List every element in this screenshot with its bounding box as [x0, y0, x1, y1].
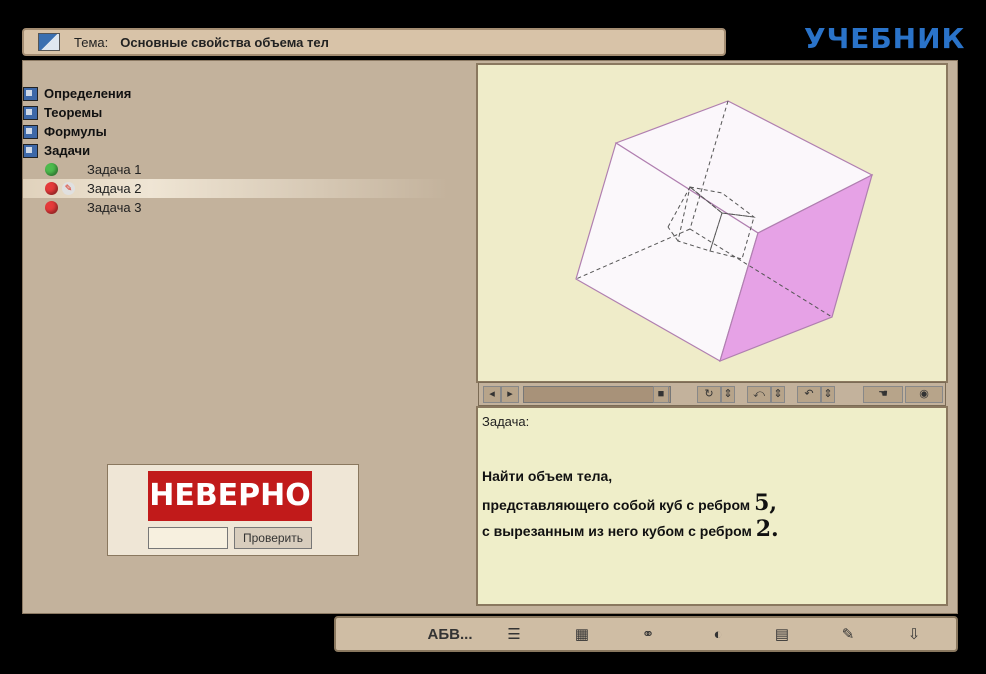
sliders-icon[interactable]: ☰: [492, 622, 536, 646]
answer-input[interactable]: [148, 527, 228, 549]
next-icon[interactable]: ▸: [501, 386, 519, 403]
prev-icon[interactable]: ◂: [483, 386, 501, 403]
task-text-line-2: представляющего собой куб с ребром 5,: [482, 490, 777, 516]
viewer-controls: ◂ ▸ ■ ↻ ⇕ ⤺ ⇕ ↶ ⇕ ☚ ◉: [478, 382, 946, 406]
task-label: Задача 3: [87, 200, 142, 215]
book-icon: [23, 105, 38, 120]
zoom-stepper[interactable]: ⇕: [771, 386, 785, 403]
tree-item-label: Теоремы: [44, 105, 103, 120]
app-icon[interactable]: [38, 33, 60, 51]
zoom-icon[interactable]: ⤺: [747, 386, 771, 403]
hand-icon[interactable]: ☚: [863, 386, 903, 403]
task-value-2: 2.: [755, 516, 779, 542]
stop-icon[interactable]: ■: [653, 386, 669, 403]
task-text: представляющего собой куб с ребром: [482, 497, 751, 513]
exit-icon[interactable]: ⇩: [892, 622, 936, 646]
color-icon[interactable]: ◐: [696, 622, 740, 646]
notes-icon[interactable]: ✎: [826, 622, 870, 646]
task-item-1[interactable]: Задача 1: [23, 160, 448, 179]
book-icon: [23, 124, 38, 139]
task-panel: Задача: Найти объем тела, представляющег…: [476, 406, 948, 606]
bottom-toolbar: АБВ... ☰ ▦ ⚭ ◐ ▤ ✎ ⇩: [334, 616, 958, 652]
book-icon: [23, 86, 38, 101]
status-red-icon: [45, 182, 58, 195]
tree-item-label: Определения: [44, 86, 132, 101]
check-button[interactable]: Проверить: [234, 527, 312, 549]
tree-item-definitions[interactable]: Определения: [23, 84, 448, 103]
topic-title: Основные свойства объема тел: [120, 34, 329, 50]
status-red-icon: [45, 201, 58, 214]
tree-item-theorems[interactable]: Теоремы: [23, 103, 448, 122]
tree-item-tasks[interactable]: Задачи: [23, 141, 448, 160]
tree-item-label: Задачи: [44, 143, 91, 158]
tree-item-formulas[interactable]: Формулы: [23, 122, 448, 141]
reset-icon[interactable]: ↶: [797, 386, 821, 403]
task-label: Задача 1: [87, 162, 142, 177]
brand-logo: УЧЕБНИК: [804, 22, 966, 55]
frame-slider[interactable]: [523, 386, 671, 403]
rotate-stepper[interactable]: ⇕: [721, 386, 735, 403]
image-icon[interactable]: ▤: [760, 622, 804, 646]
status-green-icon: [45, 163, 58, 176]
abc-button[interactable]: АБВ...: [428, 622, 473, 646]
tree-item-label: Формулы: [44, 124, 107, 139]
topic-label: Тема:: [74, 34, 109, 50]
task-heading: Задача:: [482, 414, 530, 429]
task-item-2[interactable]: ✎ Задача 2: [23, 179, 448, 198]
pencil-icon: ✎: [62, 182, 75, 195]
task-text: с вырезанным из него кубом с ребром: [482, 523, 752, 539]
task-value-1: 5,: [754, 490, 778, 516]
task-text-line-3: с вырезанным из него кубом с ребром 2.: [482, 516, 779, 542]
task-label: Задача 2: [87, 181, 142, 196]
reset-stepper[interactable]: ⇕: [821, 386, 835, 403]
book-icon: [23, 143, 38, 158]
verdict-badge: НЕВЕРНО: [148, 471, 312, 521]
task-text-line-1: Найти объем тела,: [482, 468, 613, 484]
title-bar: Тема: Основные свойства объема тел: [22, 28, 726, 56]
binoculars-icon[interactable]: ⚭: [626, 622, 670, 646]
cube-drawing: [575, 100, 874, 363]
nav-tree: Определения Теоремы Формулы Задачи Задач…: [23, 84, 448, 217]
rotate-icon[interactable]: ↻: [697, 386, 721, 403]
chart-icon[interactable]: ▦: [560, 622, 604, 646]
eye-icon[interactable]: ◉: [905, 386, 943, 403]
answer-check-box: НЕВЕРНО Проверить: [107, 464, 359, 556]
task-item-3[interactable]: Задача 3: [23, 198, 448, 217]
model-viewer[interactable]: [476, 63, 948, 383]
